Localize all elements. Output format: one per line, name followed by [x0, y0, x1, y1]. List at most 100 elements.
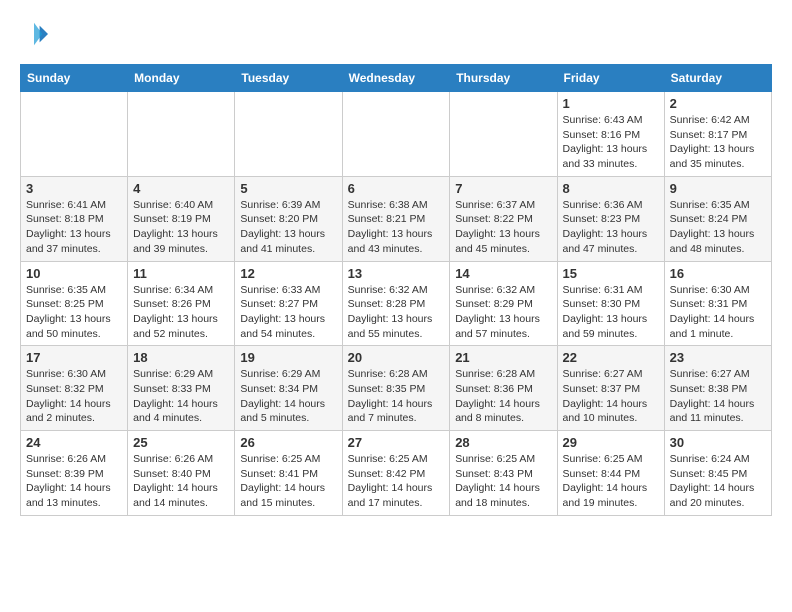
- day-info: Sunrise: 6:35 AMSunset: 8:25 PMDaylight:…: [26, 283, 122, 342]
- calendar-cell: [21, 92, 128, 177]
- logo-icon: [20, 20, 48, 48]
- calendar-cell: 18 Sunrise: 6:29 AMSunset: 8:33 PMDayligh…: [128, 346, 235, 431]
- day-number: 14: [455, 266, 551, 281]
- day-info: Sunrise: 6:29 AMSunset: 8:34 PMDaylight:…: [240, 367, 336, 426]
- logo: [20, 20, 52, 48]
- day-number: 6: [348, 181, 445, 196]
- day-info: Sunrise: 6:27 AMSunset: 8:37 PMDaylight:…: [563, 367, 659, 426]
- day-number: 30: [670, 435, 766, 450]
- day-number: 16: [670, 266, 766, 281]
- calendar-cell: 8Sunrise: 6:36 AMSunset: 8:23 PMDaylight…: [557, 176, 664, 261]
- day-number: 7: [455, 181, 551, 196]
- calendar-cell: 27 Sunrise: 6:25 AMSunset: 8:42 PMDayligh…: [342, 431, 450, 516]
- calendar-cell: 21 Sunrise: 6:28 AMSunset: 8:36 PMDayligh…: [450, 346, 557, 431]
- calendar-cell: 7 Sunrise: 6:37 AMSunset: 8:22 PMDaylight…: [450, 176, 557, 261]
- week-row-4: 17 Sunrise: 6:30 AMSunset: 8:32 PMDayligh…: [21, 346, 772, 431]
- weekday-header-friday: Friday: [557, 65, 664, 92]
- calendar-cell: 11 Sunrise: 6:34 AMSunset: 8:26 PMDayligh…: [128, 261, 235, 346]
- day-info: Sunrise: 6:28 AMSunset: 8:36 PMDaylight:…: [455, 367, 551, 426]
- calendar-cell: [342, 92, 450, 177]
- day-number: 12: [240, 266, 336, 281]
- week-row-2: 3 Sunrise: 6:41 AMSunset: 8:18 PMDaylight…: [21, 176, 772, 261]
- day-number: 4: [133, 181, 229, 196]
- calendar-cell: 28 Sunrise: 6:25 AMSunset: 8:43 PMDayligh…: [450, 431, 557, 516]
- day-number: 25: [133, 435, 229, 450]
- calendar-cell: 3 Sunrise: 6:41 AMSunset: 8:18 PMDaylight…: [21, 176, 128, 261]
- day-info: Sunrise: 6:28 AMSunset: 8:35 PMDaylight:…: [348, 367, 445, 426]
- day-info: Sunrise: 6:32 AMSunset: 8:29 PMDaylight:…: [455, 283, 551, 342]
- weekday-header-thursday: Thursday: [450, 65, 557, 92]
- day-number: 13: [348, 266, 445, 281]
- day-number: 5: [240, 181, 336, 196]
- calendar-cell: 22 Sunrise: 6:27 AMSunset: 8:37 PMDayligh…: [557, 346, 664, 431]
- calendar-cell: [128, 92, 235, 177]
- calendar-cell: 5 Sunrise: 6:39 AMSunset: 8:20 PMDaylight…: [235, 176, 342, 261]
- day-number: 15: [563, 266, 659, 281]
- weekday-header-tuesday: Tuesday: [235, 65, 342, 92]
- day-number: 23: [670, 350, 766, 365]
- day-info: Sunrise: 6:43 AMSunset: 8:16 PMDaylight:…: [563, 113, 659, 172]
- day-info: Sunrise: 6:30 AMSunset: 8:32 PMDaylight:…: [26, 367, 122, 426]
- day-info: Sunrise: 6:39 AMSunset: 8:20 PMDaylight:…: [240, 198, 336, 257]
- day-number: 11: [133, 266, 229, 281]
- day-number: 20: [348, 350, 445, 365]
- day-info: Sunrise: 6:41 AMSunset: 8:18 PMDaylight:…: [26, 198, 122, 257]
- day-number: 1: [563, 96, 659, 111]
- day-number: 22: [563, 350, 659, 365]
- page-header: [20, 20, 772, 48]
- week-row-1: 1 Sunrise: 6:43 AMSunset: 8:16 PMDaylight…: [21, 92, 772, 177]
- calendar-cell: 4 Sunrise: 6:40 AMSunset: 8:19 PMDaylight…: [128, 176, 235, 261]
- day-number: 18: [133, 350, 229, 365]
- week-row-5: 24Sunrise: 6:26 AMSunset: 8:39 PMDayligh…: [21, 431, 772, 516]
- weekday-header-monday: Monday: [128, 65, 235, 92]
- calendar-cell: 2 Sunrise: 6:42 AMSunset: 8:17 PMDaylight…: [664, 92, 771, 177]
- day-number: 17: [26, 350, 122, 365]
- day-info: Sunrise: 6:33 AMSunset: 8:27 PMDaylight:…: [240, 283, 336, 342]
- day-info: Sunrise: 6:25 AMSunset: 8:43 PMDaylight:…: [455, 452, 551, 511]
- calendar-cell: 26Sunrise: 6:25 AMSunset: 8:41 PMDayligh…: [235, 431, 342, 516]
- day-number: 29: [563, 435, 659, 450]
- day-number: 19: [240, 350, 336, 365]
- calendar-cell: 9 Sunrise: 6:35 AMSunset: 8:24 PMDaylight…: [664, 176, 771, 261]
- day-info: Sunrise: 6:25 AMSunset: 8:44 PMDaylight:…: [563, 452, 659, 511]
- weekday-header-saturday: Saturday: [664, 65, 771, 92]
- day-number: 26: [240, 435, 336, 450]
- day-number: 24: [26, 435, 122, 450]
- calendar-cell: 1 Sunrise: 6:43 AMSunset: 8:16 PMDaylight…: [557, 92, 664, 177]
- day-info: Sunrise: 6:42 AMSunset: 8:17 PMDaylight:…: [670, 113, 766, 172]
- day-info: Sunrise: 6:34 AMSunset: 8:26 PMDaylight:…: [133, 283, 229, 342]
- calendar-cell: 10 Sunrise: 6:35 AMSunset: 8:25 PMDayligh…: [21, 261, 128, 346]
- day-info: Sunrise: 6:32 AMSunset: 8:28 PMDaylight:…: [348, 283, 445, 342]
- calendar-cell: 17 Sunrise: 6:30 AMSunset: 8:32 PMDayligh…: [21, 346, 128, 431]
- day-number: 28: [455, 435, 551, 450]
- day-number: 8: [563, 181, 659, 196]
- day-number: 3: [26, 181, 122, 196]
- day-info: Sunrise: 6:37 AMSunset: 8:22 PMDaylight:…: [455, 198, 551, 257]
- day-info: Sunrise: 6:26 AMSunset: 8:40 PMDaylight:…: [133, 452, 229, 511]
- day-info: Sunrise: 6:25 AMSunset: 8:42 PMDaylight:…: [348, 452, 445, 511]
- calendar-cell: 16Sunrise: 6:30 AMSunset: 8:31 PMDayligh…: [664, 261, 771, 346]
- calendar-cell: 15 Sunrise: 6:31 AMSunset: 8:30 PMDayligh…: [557, 261, 664, 346]
- day-info: Sunrise: 6:35 AMSunset: 8:24 PMDaylight:…: [670, 198, 766, 257]
- calendar-cell: 23 Sunrise: 6:27 AMSunset: 8:38 PMDayligh…: [664, 346, 771, 431]
- day-info: Sunrise: 6:31 AMSunset: 8:30 PMDaylight:…: [563, 283, 659, 342]
- day-number: 10: [26, 266, 122, 281]
- calendar-cell: 30 Sunrise: 6:24 AMSunset: 8:45 PMDayligh…: [664, 431, 771, 516]
- calendar-cell: 25 Sunrise: 6:26 AMSunset: 8:40 PMDayligh…: [128, 431, 235, 516]
- calendar-cell: 12 Sunrise: 6:33 AMSunset: 8:27 PMDayligh…: [235, 261, 342, 346]
- day-number: 21: [455, 350, 551, 365]
- calendar-cell: 20 Sunrise: 6:28 AMSunset: 8:35 PMDayligh…: [342, 346, 450, 431]
- day-info: Sunrise: 6:27 AMSunset: 8:38 PMDaylight:…: [670, 367, 766, 426]
- calendar-cell: 13 Sunrise: 6:32 AMSunset: 8:28 PMDayligh…: [342, 261, 450, 346]
- day-number: 9: [670, 181, 766, 196]
- day-info: Sunrise: 6:40 AMSunset: 8:19 PMDaylight:…: [133, 198, 229, 257]
- day-info: Sunrise: 6:29 AMSunset: 8:33 PMDaylight:…: [133, 367, 229, 426]
- day-info: Sunrise: 6:24 AMSunset: 8:45 PMDaylight:…: [670, 452, 766, 511]
- day-number: 27: [348, 435, 445, 450]
- weekday-header-wednesday: Wednesday: [342, 65, 450, 92]
- weekday-header-sunday: Sunday: [21, 65, 128, 92]
- day-number: 2: [670, 96, 766, 111]
- week-row-3: 10 Sunrise: 6:35 AMSunset: 8:25 PMDayligh…: [21, 261, 772, 346]
- calendar-cell: [450, 92, 557, 177]
- calendar-cell: 6Sunrise: 6:38 AMSunset: 8:21 PMDaylight…: [342, 176, 450, 261]
